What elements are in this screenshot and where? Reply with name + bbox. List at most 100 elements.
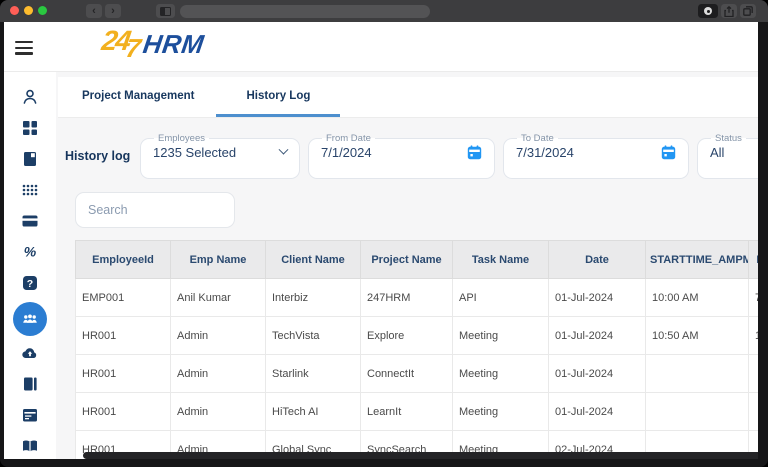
column-header[interactable]: EmployeeId [75, 240, 171, 279]
close-traffic-light[interactable] [10, 6, 19, 15]
employees-select[interactable]: Employees 1235 Selected [140, 133, 300, 179]
sidebar-item-apps[interactable] [13, 178, 47, 202]
sidebar-toggle-button[interactable] [156, 4, 175, 18]
share-icon [724, 5, 734, 17]
sidebar-item-team[interactable] [13, 302, 47, 336]
table-cell: 10:50 AM [645, 316, 749, 355]
hamburger-menu-icon[interactable] [15, 41, 33, 58]
to-date-field[interactable]: To Date 7/31/2024 [503, 133, 689, 179]
table-cell: Meeting [452, 316, 549, 355]
table-cell: 01-Jul-2024 [548, 278, 646, 317]
sidebar-item-cloud-upload[interactable] [13, 341, 47, 365]
table-cell: Admin [170, 392, 266, 431]
horizontal-scrollbar[interactable] [83, 452, 758, 459]
svg-text:%: % [24, 244, 37, 260]
column-header[interactable]: Task Name [452, 240, 549, 279]
table-cell: EMP001 [75, 278, 171, 317]
to-date-value: 7/31/2024 [516, 145, 574, 160]
history-table-wrap: EmployeeId Emp Name Client Name Project Nam… [75, 240, 758, 459]
table-row: HR001 Admin Starlink ConnectIt Meeting 01-Jul… [75, 354, 758, 393]
to-date-label: To Date [521, 133, 554, 144]
table-cell: 11 [748, 316, 758, 355]
sidebar-item-library[interactable] [13, 372, 47, 396]
table-cell: HR001 [75, 316, 171, 355]
help-icon: ? [23, 276, 37, 290]
column-header[interactable]: Emp Name [170, 240, 266, 279]
app-window: 247HRM % ? Project Management History Lo… [4, 22, 758, 459]
table-cell: 10:00 AM [645, 278, 749, 317]
sidebar: % ? [4, 72, 56, 459]
table-cell: Anil Kumar [170, 278, 266, 317]
table-cell: LearnIt [360, 392, 453, 431]
person-icon [23, 89, 37, 104]
calendar-icon[interactable] [467, 145, 482, 160]
back-button[interactable]: ‹ [86, 4, 102, 18]
sidebar-toggle-icon [160, 6, 171, 16]
calendar-icon[interactable] [661, 145, 676, 160]
table-cell: Interbiz [265, 278, 361, 317]
table-cell: API [452, 278, 549, 317]
note-icon [24, 152, 36, 166]
record-button[interactable] [698, 4, 718, 18]
sidebar-item-help[interactable]: ? [13, 271, 47, 295]
record-icon [704, 7, 712, 15]
table-row: HR001 Admin TechVista Explore Meeting 01-Jul-… [75, 316, 758, 355]
table-cell [645, 354, 749, 393]
tabs-overview-icon [743, 6, 753, 16]
sidebar-item-notes[interactable] [13, 147, 47, 171]
sidebar-item-payments[interactable] [13, 209, 47, 233]
column-header[interactable]: Client Name [265, 240, 361, 279]
status-label: Status [715, 133, 742, 144]
forward-button[interactable]: › [105, 4, 121, 18]
grid-dots-icon [22, 184, 38, 196]
tabs-overview-button[interactable] [740, 4, 756, 18]
table-body: EMP001 Anil Kumar Interbiz 247HRM API 01-Jul-… [75, 278, 758, 459]
browser-window: ‹ › 247HRM % ? Project Management Histor… [0, 0, 768, 467]
card-icon [22, 215, 38, 227]
table-cell [748, 392, 758, 431]
from-date-field[interactable]: From Date 7/1/2024 [308, 133, 495, 179]
chevron-down-icon [278, 144, 289, 155]
sidebar-item-dashboard[interactable] [13, 116, 47, 140]
cloud-upload-icon [22, 348, 37, 359]
column-header[interactable]: ENDTIME_AMPM [748, 240, 758, 279]
team-icon [23, 314, 37, 323]
tab-history-log[interactable]: History Log [216, 77, 341, 117]
table-cell: 247HRM [360, 278, 453, 317]
calendar-panel-icon [23, 409, 37, 422]
table-cell: Admin [170, 354, 266, 393]
table-cell: 7: [748, 278, 758, 317]
column-header[interactable]: Date [548, 240, 646, 279]
from-date-value: 7/1/2024 [321, 145, 372, 160]
table-cell: ConnectIt [360, 354, 453, 393]
minimize-traffic-light[interactable] [24, 6, 33, 15]
share-button[interactable] [721, 4, 737, 18]
table-cell: HiTech AI [265, 392, 361, 431]
main-content: Project Management History Log History l… [56, 72, 758, 459]
search-input[interactable] [88, 203, 222, 217]
table-cell: Starlink [265, 354, 361, 393]
logo-hrm: HRM [141, 29, 207, 59]
table-cell: HR001 [75, 392, 171, 431]
table-cell: Meeting [452, 354, 549, 393]
column-header[interactable]: STARTTIME_AMPM [645, 240, 749, 279]
column-header[interactable]: Project Name [360, 240, 453, 279]
table-cell: HR001 [75, 354, 171, 393]
employees-value: 1235 Selected [153, 145, 237, 160]
tab-project-management[interactable]: Project Management [60, 77, 216, 117]
search-box [75, 192, 235, 228]
address-bar[interactable] [180, 4, 430, 18]
table-cell: 01-Jul-2024 [548, 392, 646, 431]
status-select[interactable]: Status All [697, 133, 758, 179]
app-header: 247HRM [4, 22, 758, 72]
history-table: EmployeeId Emp Name Client Name Project Nam… [75, 240, 758, 459]
sidebar-item-profile[interactable] [13, 85, 47, 109]
table-header-row: EmployeeId Emp Name Client Name Project Nam… [75, 240, 758, 279]
sidebar-item-calendar[interactable] [13, 403, 47, 427]
sidebar-item-percent[interactable]: % [13, 240, 47, 264]
table-cell: 01-Jul-2024 [548, 316, 646, 355]
svg-text:?: ? [27, 278, 33, 290]
zoom-traffic-light[interactable] [38, 6, 47, 15]
table-cell: Explore [360, 316, 453, 355]
sidebar-item-handbook[interactable] [13, 434, 47, 458]
